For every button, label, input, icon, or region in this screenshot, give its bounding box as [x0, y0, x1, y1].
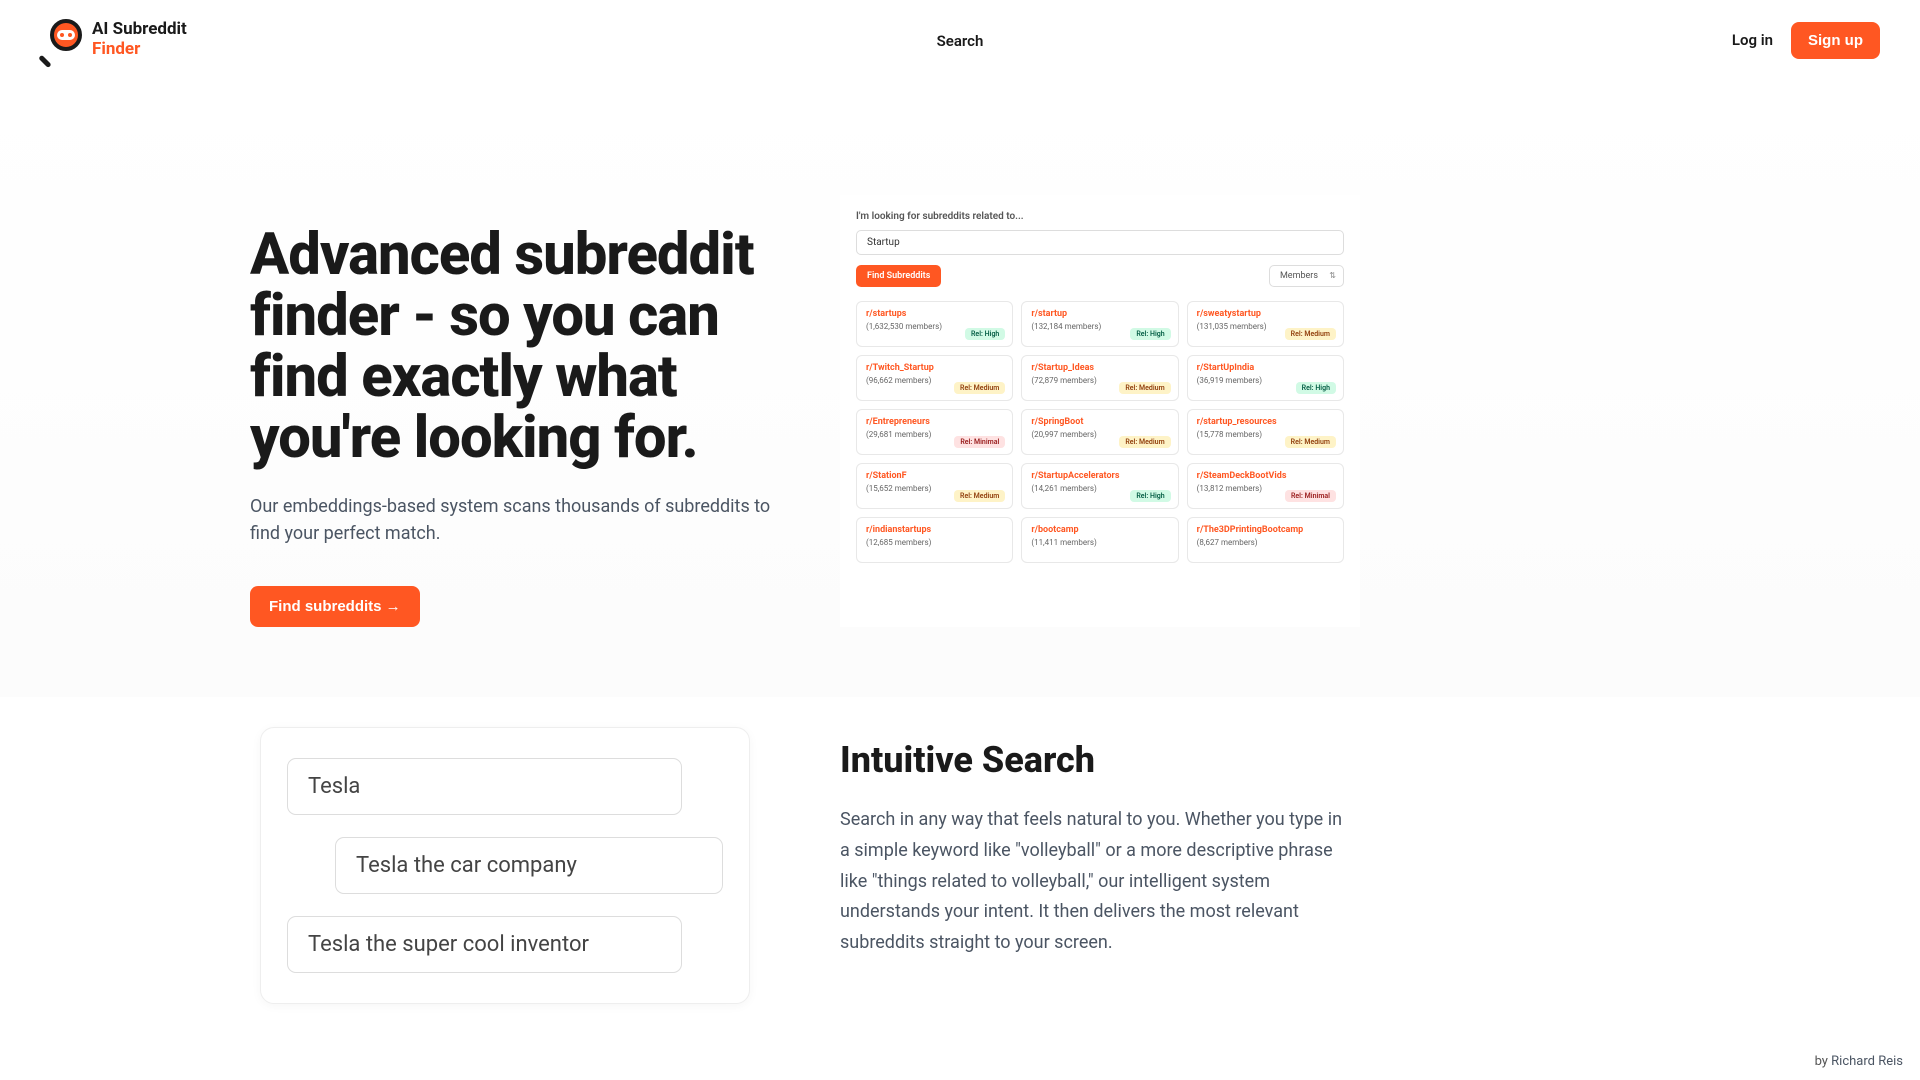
example-chip: Tesla the car company [335, 837, 723, 894]
demo-relevance-badge: Rel: Medium [1285, 436, 1336, 448]
demo-subreddit-name: r/startup [1031, 309, 1168, 319]
feature-section: Tesla Tesla the car company Tesla the su… [0, 697, 1920, 1004]
logo-text: AI Subreddit Finder [92, 20, 187, 59]
feature-title: Intuitive Search [840, 739, 1680, 781]
demo-relevance-badge: Rel: Minimal [954, 436, 1005, 448]
demo-relevance-badge: Rel: Medium [1119, 436, 1170, 448]
demo-result-card: r/StationF(15,652 members)Rel: Medium [856, 463, 1013, 509]
demo-result-card: r/bootcamp (11,411 members) [1021, 517, 1178, 563]
demo-subreddit-name: r/bootcamp [1031, 525, 1168, 535]
demo-member-count: (12,685 members) [866, 538, 1003, 547]
demo-relevance-badge: Rel: Medium [954, 382, 1005, 394]
credit-name: Richard Reis [1831, 1054, 1903, 1069]
example-chip: Tesla the super cool inventor [287, 916, 682, 973]
find-subreddits-button[interactable]: Find subreddits → [250, 586, 420, 627]
logo-line1: AI Subreddit [92, 20, 187, 40]
demo-result-card: r/Twitch_Startup(96,662 members)Rel: Med… [856, 355, 1013, 401]
demo-subreddit-name: r/StartUpIndia [1197, 363, 1334, 373]
demo-find-button: Find Subreddits [856, 265, 941, 287]
demo-result-card: r/startup_resources(15,778 members)Rel: … [1187, 409, 1344, 455]
demo-subreddit-name: r/The3DPrintingBootcamp [1197, 525, 1334, 535]
demo-controls: Find Subreddits Members [856, 265, 1344, 287]
logo-line2: Finder [92, 40, 187, 60]
demo-relevance-badge: Rel: Medium [1119, 382, 1170, 394]
demo-subreddit-name: r/startup_resources [1197, 417, 1334, 427]
demo-prompt-label: I'm looking for subreddits related to... [856, 211, 1344, 222]
hero-title: Advanced subreddit finder - so you can f… [250, 225, 780, 469]
demo-subreddit-name: r/indianstartups [866, 525, 1003, 535]
header: AI Subreddit Finder Search Log in Sign u… [0, 0, 1920, 80]
demo-result-card: r/Entrepreneurs(29,681 members)Rel: Mini… [856, 409, 1013, 455]
logo[interactable]: AI Subreddit Finder [40, 19, 187, 61]
demo-subreddit-name: r/Entrepreneurs [866, 417, 1003, 427]
demo-relevance-badge: Rel: High [1130, 490, 1170, 502]
demo-member-count: (8,627 members) [1197, 538, 1334, 547]
demo-sort-dropdown: Members [1269, 265, 1344, 287]
demo-relevance-badge: Rel: High [1130, 328, 1170, 340]
demo-result-card: r/StartupAccelerators(14,261 members)Rel… [1021, 463, 1178, 509]
demo-subreddit-name: r/StartupAccelerators [1031, 471, 1168, 481]
nav-search-link[interactable]: Search [937, 32, 984, 50]
demo-screenshot: I'm looking for subreddits related to...… [840, 195, 1360, 627]
login-link[interactable]: Log in [1732, 31, 1773, 49]
demo-input: Startup [856, 230, 1344, 255]
demo-result-card: r/startup(132,184 members)Rel: High [1021, 301, 1178, 347]
demo-relevance-badge: Rel: Minimal [1285, 490, 1336, 502]
signup-button[interactable]: Sign up [1791, 22, 1880, 59]
demo-result-card: r/sweatystartup(131,035 members)Rel: Med… [1187, 301, 1344, 347]
demo-relevance-badge: Rel: High [965, 328, 1005, 340]
feature-description: Search in any way that feels natural to … [840, 805, 1350, 958]
demo-subreddit-name: r/Startup_Ideas [1031, 363, 1168, 373]
demo-result-card: r/indianstartups (12,685 members) [856, 517, 1013, 563]
feature-example-card: Tesla Tesla the car company Tesla the su… [260, 727, 750, 1004]
demo-result-card: r/SpringBoot(20,997 members)Rel: Medium [1021, 409, 1178, 455]
credit-badge[interactable]: by Richard Reis [1810, 1051, 1908, 1072]
demo-subreddit-name: r/StationF [866, 471, 1003, 481]
demo-result-card: r/StartUpIndia(36,919 members)Rel: High [1187, 355, 1344, 401]
demo-result-card: r/SteamDeckBootVids(13,812 members)Rel: … [1187, 463, 1344, 509]
logo-icon [40, 19, 82, 61]
demo-result-card: r/Startup_Ideas(72,879 members)Rel: Medi… [1021, 355, 1178, 401]
nav-center: Search [937, 31, 984, 50]
demo-subreddit-name: r/sweatystartup [1197, 309, 1334, 319]
demo-result-card: r/startups(1,632,530 members)Rel: High [856, 301, 1013, 347]
demo-subreddit-name: r/SteamDeckBootVids [1197, 471, 1334, 481]
hero-content: Advanced subreddit finder - so you can f… [100, 195, 780, 627]
credit-prefix: by [1815, 1054, 1832, 1069]
demo-results-grid: r/startups(1,632,530 members)Rel: Highr/… [856, 301, 1344, 563]
hero-description: Our embeddings-based system scans thousa… [250, 493, 780, 549]
demo-relevance-badge: Rel: Medium [1285, 328, 1336, 340]
demo-member-count: (11,411 members) [1031, 538, 1168, 547]
demo-result-card: r/The3DPrintingBootcamp (8,627 members) [1187, 517, 1344, 563]
example-chip: Tesla [287, 758, 682, 815]
nav-right: Log in Sign up [1732, 22, 1880, 59]
demo-subreddit-name: r/SpringBoot [1031, 417, 1168, 427]
demo-subreddit-name: r/Twitch_Startup [866, 363, 1003, 373]
feature-text-block: Intuitive Search Search in any way that … [840, 727, 1680, 958]
demo-subreddit-name: r/startups [866, 309, 1003, 319]
demo-relevance-badge: Rel: Medium [954, 490, 1005, 502]
hero-section: Advanced subreddit finder - so you can f… [0, 80, 1920, 697]
demo-relevance-badge: Rel: High [1296, 382, 1336, 394]
